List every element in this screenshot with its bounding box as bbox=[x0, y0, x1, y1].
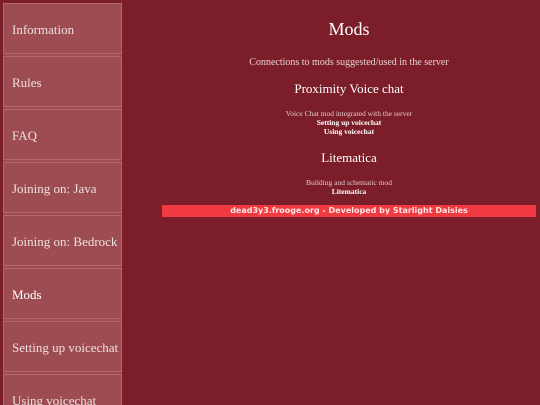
page: Information Rules FAQ Joining on: Java J… bbox=[0, 0, 540, 405]
sidebar-item-rules[interactable]: Rules bbox=[3, 56, 122, 107]
page-subtitle: Connections to mods suggested/used in th… bbox=[249, 57, 449, 68]
sidebar-item-information[interactable]: Information bbox=[3, 3, 122, 54]
footer-text: dead3y3.frooge.org - Developed by Starli… bbox=[230, 206, 468, 215]
sidebar-item-joining-java[interactable]: Joining on: Java bbox=[3, 162, 122, 213]
footer-bar: dead3y3.frooge.org - Developed by Starli… bbox=[162, 205, 536, 217]
sidebar-item-setting-up-voicechat[interactable]: Setting up voicechat bbox=[3, 321, 122, 372]
sidebar-item-joining-bedrock[interactable]: Joining on: Bedrock bbox=[3, 215, 122, 266]
main-content: Mods Connections to mods suggested/used … bbox=[160, 0, 540, 405]
link-litematica[interactable]: Litematica bbox=[160, 187, 538, 196]
sidebar: Information Rules FAQ Joining on: Java J… bbox=[3, 3, 122, 405]
sidebar-item-using-voicechat[interactable]: Using voicechat bbox=[3, 374, 122, 405]
link-setting-up-voicechat[interactable]: Setting up voicechat bbox=[160, 118, 538, 127]
mod-name-litematica: Litematica bbox=[321, 150, 377, 165]
mod-description: Voice Chat mod integrated with the serve… bbox=[285, 109, 413, 118]
sidebar-item-faq[interactable]: FAQ bbox=[3, 109, 122, 160]
link-using-voicechat[interactable]: Using voicechat bbox=[160, 127, 538, 136]
mod-description: Building and schematic mod bbox=[305, 178, 393, 187]
mod-name-proximity-voice-chat: Proximity Voice chat bbox=[294, 81, 404, 96]
page-title: Mods bbox=[328, 19, 370, 39]
sidebar-item-mods[interactable]: Mods bbox=[3, 268, 122, 319]
